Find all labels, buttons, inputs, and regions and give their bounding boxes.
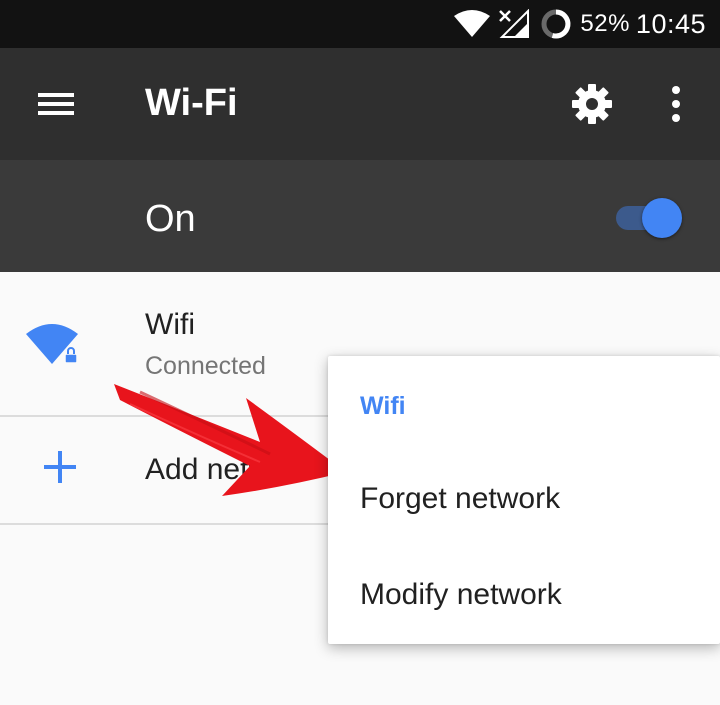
switch-label: On xyxy=(145,198,196,240)
cellular-no-signal-icon xyxy=(499,9,530,38)
battery-percent: 52% xyxy=(580,10,630,37)
network-context-menu: Wifi Forget network Modify network xyxy=(328,356,720,644)
page-title: Wi-Fi xyxy=(145,82,238,124)
more-options-button[interactable] xyxy=(660,82,692,126)
switch-thumb xyxy=(642,198,682,238)
plus-icon xyxy=(44,451,76,483)
forget-network-option[interactable]: Forget network xyxy=(328,452,720,548)
battery-icon xyxy=(541,9,571,39)
network-name: Wifi xyxy=(145,308,195,341)
menu-button[interactable] xyxy=(36,84,76,124)
wifi-locked-icon xyxy=(26,324,78,364)
app-toolbar: Wi-Fi xyxy=(0,48,720,160)
gear-icon xyxy=(572,84,612,124)
add-network-label: Add network xyxy=(145,453,312,486)
forget-network-label: Forget network xyxy=(360,482,561,515)
status-bar: 52% 10:45 xyxy=(0,0,720,48)
clock: 10:45 xyxy=(635,8,706,39)
status-icons: 52% 10:45 xyxy=(454,6,706,42)
modify-network-option[interactable]: Modify network xyxy=(328,548,720,644)
wifi-toggle-switch[interactable] xyxy=(614,198,684,238)
wifi-master-switch-bar[interactable]: On xyxy=(0,160,720,272)
menu-icon xyxy=(38,93,74,115)
settings-button[interactable] xyxy=(570,82,614,126)
wifi-signal-icon xyxy=(454,10,491,37)
context-menu-title: Wifi xyxy=(360,392,406,420)
network-status: Connected xyxy=(145,352,266,380)
more-vert-icon xyxy=(672,86,680,122)
modify-network-label: Modify network xyxy=(360,578,562,611)
